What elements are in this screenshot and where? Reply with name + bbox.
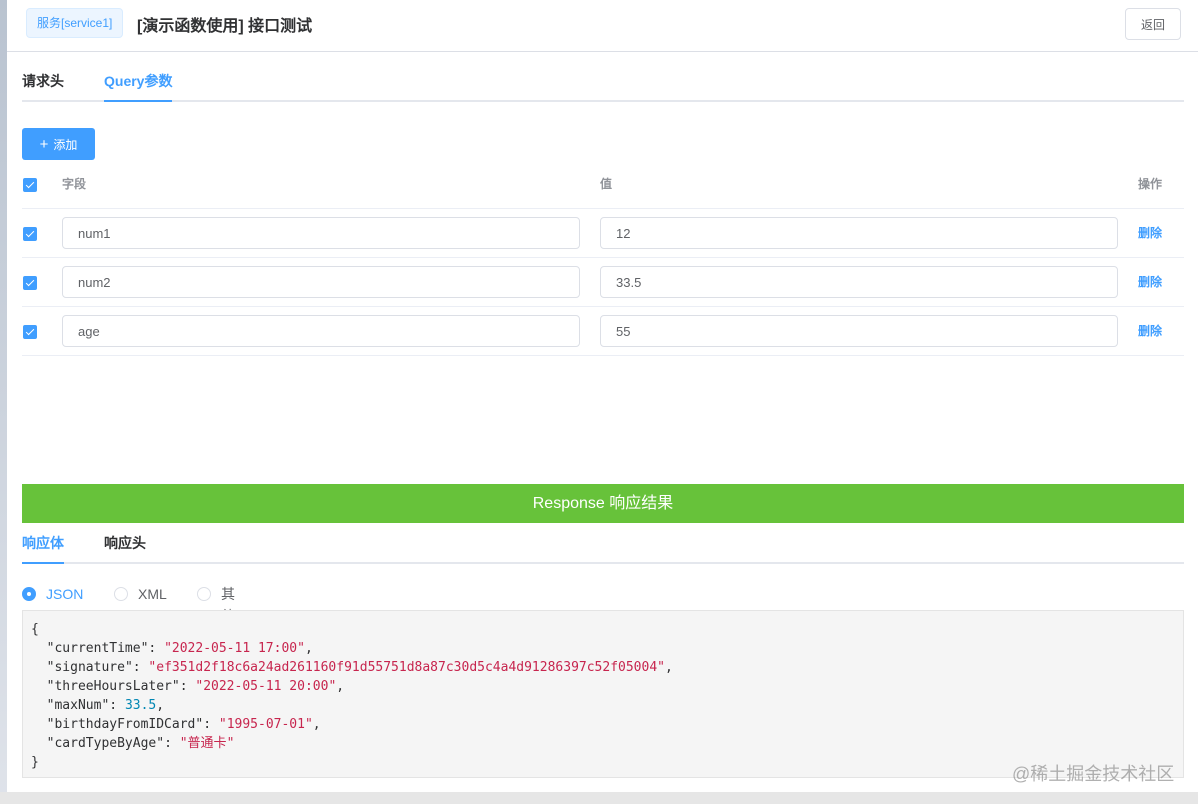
table-row: 删除 bbox=[22, 209, 1184, 258]
json-value-currentTime: "2022-05-11 17:00" bbox=[164, 641, 305, 656]
code-brace-close: } bbox=[31, 755, 39, 770]
value-input[interactable] bbox=[600, 217, 1118, 249]
row-checkbox[interactable] bbox=[23, 276, 37, 290]
radio-json[interactable]: JSON bbox=[22, 583, 83, 605]
field-input[interactable] bbox=[62, 266, 580, 298]
radio-other[interactable]: 其他类型 bbox=[197, 583, 235, 668]
code-brace-open: { bbox=[31, 622, 39, 637]
json-value-signature: "ef351d2f18c6a24ad261160f91d55751d8a87c3… bbox=[148, 660, 665, 675]
bottom-scrollbar-area bbox=[0, 792, 1198, 804]
json-key-birthdayFromIDCard: "birthdayFromIDCard" bbox=[46, 717, 204, 732]
watermark: @稀土掘金技术社区 bbox=[1012, 764, 1175, 784]
json-key-threeHoursLater: "threeHoursLater" bbox=[46, 679, 180, 694]
radio-xml-label: XML bbox=[138, 586, 167, 602]
radio-dot-icon bbox=[114, 587, 128, 601]
select-all-checkbox[interactable] bbox=[23, 178, 37, 192]
field-input[interactable] bbox=[62, 217, 580, 249]
plus-icon: + bbox=[39, 135, 49, 153]
radio-xml[interactable]: XML bbox=[114, 583, 167, 605]
response-banner: Response 响应结果 bbox=[22, 484, 1184, 523]
radio-json-label: JSON bbox=[46, 586, 84, 602]
add-param-label: 添加 bbox=[53, 137, 78, 152]
json-value-threeHoursLater: "2022-05-11 20:00" bbox=[195, 679, 337, 694]
tab-request-headers[interactable]: 请求头 bbox=[22, 62, 64, 100]
page-title: [演示函数使用] 接口测试 bbox=[137, 18, 313, 35]
delete-link[interactable]: 删除 bbox=[1138, 307, 1162, 356]
json-key-currentTime: "currentTime" bbox=[46, 641, 149, 656]
value-input[interactable] bbox=[600, 266, 1118, 298]
json-value-cardTypeByAge: "普通卡" bbox=[179, 736, 235, 751]
tab-response-headers[interactable]: 响应头 bbox=[104, 524, 146, 562]
row-checkbox[interactable] bbox=[23, 325, 37, 339]
row-checkbox[interactable] bbox=[23, 227, 37, 241]
json-key-maxNum: "maxNum" bbox=[46, 698, 110, 713]
response-body-code[interactable]: { "currentTime": "2022-05-11 17:00", "si… bbox=[22, 610, 1184, 778]
json-value-birthdayFromIDCard: "1995-07-01" bbox=[218, 717, 313, 732]
column-header-field: 字段 bbox=[62, 177, 87, 191]
service-tag: 服务[service1] bbox=[26, 8, 124, 38]
delete-link[interactable]: 删除 bbox=[1138, 258, 1162, 307]
request-tabs: 请求头 Query参数 bbox=[22, 62, 1184, 102]
table-header: 字段 值 操作 bbox=[22, 160, 1184, 209]
left-edge-strip bbox=[0, 0, 7, 804]
radio-dot-icon bbox=[197, 587, 211, 601]
field-input[interactable] bbox=[62, 315, 580, 347]
radio-dot-icon bbox=[22, 587, 36, 601]
table-row: 删除 bbox=[22, 307, 1184, 356]
query-params-table: 字段 值 操作 删除 删除 删除 bbox=[22, 160, 1184, 356]
json-key-signature: "signature" bbox=[46, 660, 133, 675]
page-header: 服务[service1] [演示函数使用] 接口测试 返回 bbox=[7, 0, 1198, 52]
table-row: 删除 bbox=[22, 258, 1184, 307]
json-value-maxNum: 33.5 bbox=[124, 698, 157, 713]
delete-link[interactable]: 删除 bbox=[1138, 209, 1162, 258]
add-param-button[interactable]: + 添加 bbox=[22, 128, 95, 160]
value-input[interactable] bbox=[600, 315, 1118, 347]
back-button[interactable]: 返回 bbox=[1125, 8, 1181, 40]
response-tabs: 响应体 响应头 bbox=[22, 524, 1184, 564]
api-test-panel: 服务[service1] [演示函数使用] 接口测试 返回 请求头 Query参… bbox=[7, 0, 1198, 792]
column-header-actions: 操作 bbox=[1138, 177, 1163, 191]
column-header-value: 值 bbox=[600, 177, 613, 191]
tab-query-params[interactable]: Query参数 bbox=[104, 62, 173, 102]
json-key-cardTypeByAge: "cardTypeByAge" bbox=[46, 736, 165, 751]
tab-response-body[interactable]: 响应体 bbox=[22, 524, 64, 564]
